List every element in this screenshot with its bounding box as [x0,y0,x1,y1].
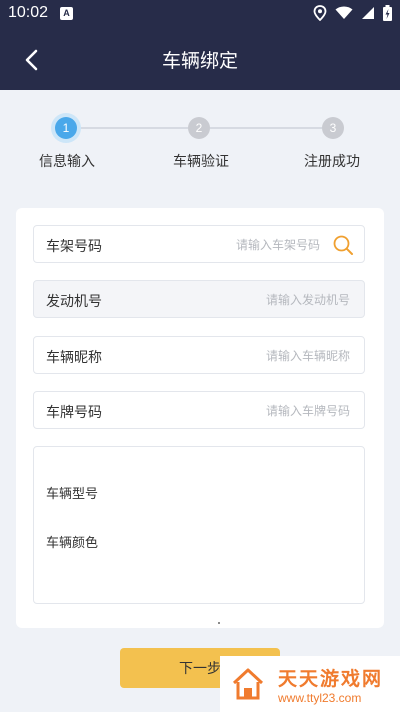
step-connector [74,127,188,129]
notification-badge: A [60,7,73,20]
step-2-indicator: 2 [188,117,210,139]
search-icon[interactable] [332,234,354,256]
vin-input[interactable] [150,226,320,264]
engine-number-input[interactable] [180,281,350,319]
vin-label: 车架号码 [46,239,102,255]
status-icons [313,5,392,21]
battery-icon [383,5,392,21]
stepper: 1 2 3 信息输入 车辆验证 注册成功 [0,90,400,202]
signal-icon [362,7,374,19]
vehicle-model-label: 车辆型号 [46,487,99,502]
nickname-field: 车辆昵称 [33,336,365,375]
nickname-input[interactable] [180,337,350,375]
vehicle-info-box: 车辆型号 车辆颜色 [33,446,365,604]
plate-number-label: 车牌号码 [46,405,102,421]
engine-number-field: 发动机号 [33,280,365,319]
status-time: 10:02 [8,4,49,21]
nickname-label: 车辆昵称 [46,350,102,366]
app-header: 车辆绑定 [0,28,400,90]
house-logo-icon [232,668,264,700]
watermark-name: 天天游戏网 [278,668,384,690]
vin-field: 车架号码 [33,225,365,264]
watermark: 天天游戏网 www.ttyl23.com [220,656,400,712]
step-3-indicator: 3 [322,117,344,139]
step-connector [210,127,322,129]
step-1-label: 信息输入 [39,154,95,170]
step-1-indicator: 1 [55,117,77,139]
divider-dot [218,622,220,624]
step-3-label: 注册成功 [304,154,360,170]
plate-number-input[interactable] [180,392,350,430]
engine-number-label: 发动机号 [46,294,102,310]
vehicle-color-label: 车辆颜色 [46,536,99,551]
watermark-url: www.ttyl23.com [278,691,362,705]
location-icon [313,5,327,21]
status-bar: 10:02 A [0,0,400,28]
wifi-icon [335,6,353,19]
form-card: 车架号码 发动机号 车辆昵称 车牌号码 车辆型号 车辆颜色 [16,208,384,628]
page-title: 车辆绑定 [161,50,238,72]
plate-number-field: 车牌号码 [33,391,365,430]
step-2-label: 车辆验证 [173,154,229,170]
